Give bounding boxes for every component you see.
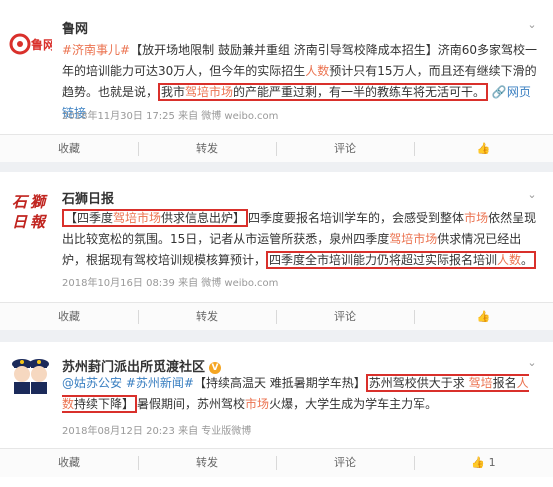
chevron-down-icon[interactable]: ⌄ <box>525 18 539 32</box>
collect-button[interactable]: 收藏 <box>0 135 138 163</box>
post-text: 【四季度驾培市场供求信息出炉】 四季度要报名培训学车的，会感受到整体市场依然呈现出… <box>62 209 537 269</box>
thumbs-up-icon: 👍 <box>476 142 491 155</box>
highlight-box: 【四季度驾培市场供求信息出炉】 <box>62 209 249 227</box>
account-avatar-luwang[interactable]: 鲁网 <box>8 22 55 66</box>
action-bar: 收藏 转发 评论 👍 <box>0 134 553 163</box>
verified-icon: V <box>209 361 222 374</box>
collect-button[interactable]: 收藏 <box>0 449 138 477</box>
collect-button[interactable]: 收藏 <box>0 303 138 331</box>
post-divider <box>0 330 553 342</box>
highlight-box: 我市驾培市场的产能严重过剩，有一半的教练车将无活可干。 <box>158 83 489 101</box>
action-bar: 收藏 转发 评论 👍 1 <box>0 448 553 477</box>
svg-text:獅: 獅 <box>30 193 48 211</box>
post-divider <box>0 162 553 172</box>
repost-button[interactable]: 转发 <box>138 135 276 163</box>
like-button[interactable]: 👍 1 <box>414 449 553 477</box>
logo-text: 鲁网 <box>30 37 52 52</box>
repost-button[interactable]: 转发 <box>138 303 276 331</box>
svg-text:日: 日 <box>12 213 28 231</box>
account-name[interactable]: 石狮日报 <box>62 188 114 207</box>
thumbs-up-icon: 👍 <box>476 310 491 323</box>
repost-button[interactable]: 转发 <box>138 449 276 477</box>
post-text: @姑苏公安 #苏州新闻#【持续高温天 难抵暑期学车热】 苏州驾校供大于求 驾培报名… <box>62 374 529 413</box>
account-avatar-shishi[interactable]: 石 獅 日 報 <box>8 188 52 232</box>
thumbs-up-icon: 👍 <box>471 456 486 469</box>
weibo-post-3: 苏州葑门派出所觅渡社区 V ⌄ @姑苏公安 #苏州新闻#【持续高温天 难抵暑期学车… <box>0 342 553 487</box>
like-button[interactable]: 👍 <box>414 135 553 163</box>
comment-button[interactable]: 评论 <box>276 449 414 477</box>
weibo-post-2: 石 獅 日 報 石狮日报 ⌄ 【四季度驾培市场供求信息出炉】 四季度要报名培训学车… <box>0 172 553 331</box>
svg-text:報: 報 <box>30 213 48 231</box>
chevron-down-icon[interactable]: ⌄ <box>525 356 539 370</box>
comment-button[interactable]: 评论 <box>276 303 414 331</box>
hashtag-link[interactable]: #济南事儿# <box>62 43 130 57</box>
highlight-box: 四季度全市培训能力仍将超过实际报名培训人数。 <box>266 251 537 269</box>
account-avatar-police[interactable] <box>8 350 52 394</box>
weibo-post-1: 鲁网 鲁网 ⌄ #济南事儿#【放开场地限制 鼓励兼并重组 济南引导驾校降成本招生… <box>0 0 553 167</box>
post-meta: 2018年11月30日 17:25 来自 微博 weibo.com <box>62 111 279 122</box>
like-count: 1 <box>488 456 496 469</box>
mention-link[interactable]: @姑苏公安 <box>62 376 122 390</box>
chevron-down-icon[interactable]: ⌄ <box>525 188 539 202</box>
like-button[interactable]: 👍 <box>414 303 553 331</box>
svg-text:石: 石 <box>12 193 30 211</box>
account-name[interactable]: 鲁网 <box>62 18 88 37</box>
action-bar: 收藏 转发 评论 👍 <box>0 302 553 331</box>
post-meta: 2018年10月16日 08:39 来自 微博 weibo.com <box>62 278 279 289</box>
post-meta: 2018年08月12日 20:23 来自 专业版微博 <box>62 426 252 437</box>
hashtag-link[interactable]: #苏州新闻# <box>126 376 194 390</box>
comment-button[interactable]: 评论 <box>276 135 414 163</box>
